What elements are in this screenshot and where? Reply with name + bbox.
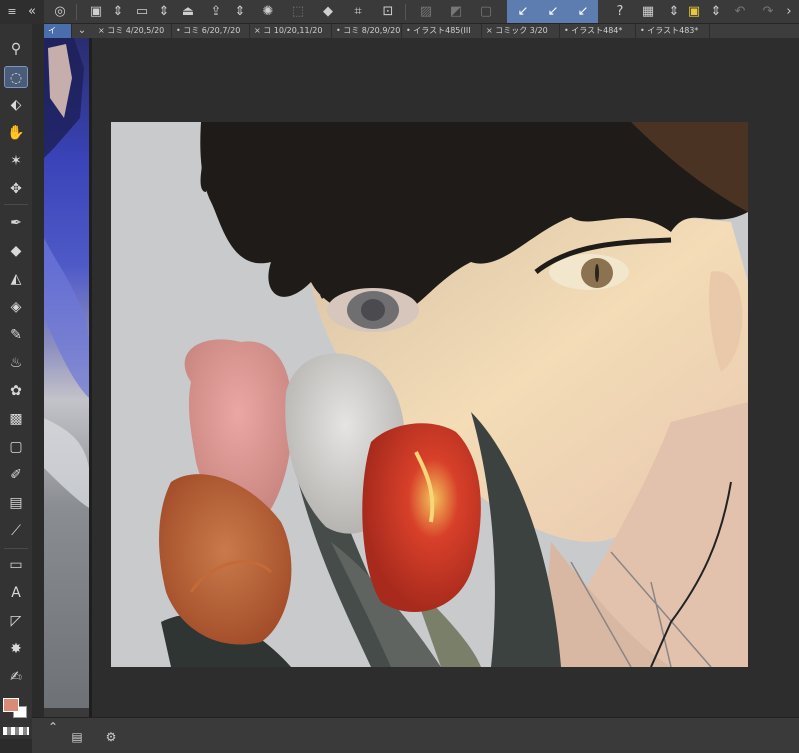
eraser-icon[interactable]: ◆ (4, 240, 28, 262)
collapse-icon[interactable]: « (22, 2, 42, 22)
tab-label: イラスト484* (571, 26, 623, 35)
main-color-swatch[interactable] (3, 698, 19, 712)
canvas-workspace[interactable] (92, 38, 799, 717)
save-icon[interactable]: ⏏ (178, 2, 198, 22)
bottom-bar: ⌃ ▤ ⚙ (32, 717, 799, 753)
select-object-icon[interactable]: ⬖ (4, 94, 28, 116)
open-file-icon[interactable]: ▭ (132, 2, 152, 22)
secondary-canvas-footer (44, 708, 89, 717)
tab-document[interactable]: イ (44, 24, 72, 38)
eyedropper-icon[interactable]: ⟋ (4, 520, 28, 542)
stroke-correction-2-icon[interactable]: ↙ (543, 2, 563, 22)
loading-icon[interactable]: ✺ (258, 2, 278, 22)
document-tabs: イ ⌄ × コミ 4/20,5/20 • コミ 6/20,7/20 × コ 10… (44, 24, 799, 38)
stroke-correction-1-icon[interactable]: ↙ (513, 2, 533, 22)
transparent-color-swatch[interactable] (3, 727, 29, 735)
image-options-icon[interactable]: ⇕ (664, 2, 684, 22)
export-icon[interactable]: ⇪ (206, 2, 226, 22)
app-logo-icon[interactable]: ◎ (50, 2, 70, 22)
correction-brush-icon[interactable]: ✍ (4, 666, 28, 688)
export-options-icon[interactable]: ⇕ (230, 2, 250, 22)
image-icon[interactable]: ▦ (638, 2, 658, 22)
zoom-icon[interactable]: ⚲ (4, 38, 28, 60)
tab-document[interactable]: • イラスト485(III (402, 24, 482, 38)
clear-selection-icon[interactable]: ▨ (416, 2, 436, 22)
stabilizer-group: ↙ ↙ ↙ (507, 0, 598, 23)
gradient-icon[interactable]: ▤ (4, 492, 28, 514)
open-options-icon[interactable]: ⇕ (154, 2, 174, 22)
toolbar-divider (76, 4, 77, 20)
tab-label: イラスト483* (647, 26, 699, 35)
command-bar: ≡ « ◎ ▣ ⇕ ▭ ⇕ ⏏ ⇪ ⇕ ✺ ⬚ ◆ ⌗ ⊡ ▨ ◩ ▢ ↙ ↙ … (0, 0, 799, 24)
selection-border-icon[interactable]: ▢ (476, 2, 496, 22)
redo-icon[interactable]: ↷ (758, 2, 778, 22)
tool-palette: ⚲ ◌ ⬖ ✋ ✶ ✥ ✒ ◆ ◭ ◈ ✎ ♨ ✿ ▩ ▢ ✐ ▤ ⟋ ▭ A … (0, 24, 32, 739)
frame-icon[interactable]: ◸ (4, 610, 28, 632)
spray-icon[interactable]: ✸ (4, 638, 28, 660)
new-options-icon[interactable]: ⇕ (108, 2, 128, 22)
vector-pen-icon[interactable]: ✐ (4, 464, 28, 486)
secondary-artwork (44, 38, 89, 508)
stroke-correction-3-icon[interactable]: ↙ (573, 2, 593, 22)
decoration-icon[interactable]: ✿ (4, 380, 28, 402)
crop-icon[interactable]: ⌗ (348, 2, 368, 22)
blend-icon[interactable]: ◈ (4, 296, 28, 318)
move-icon[interactable]: ✥ (4, 178, 28, 200)
menu-icon[interactable]: ≡ (2, 2, 22, 22)
tab-document[interactable]: • イラスト483* (636, 24, 710, 38)
layer-color-options-icon[interactable]: ⇕ (706, 2, 726, 22)
pen-icon[interactable]: ✒ (4, 212, 28, 234)
pattern-icon[interactable]: ▩ (4, 408, 28, 430)
magic-wand-icon[interactable]: ✶ (4, 150, 28, 172)
invert-selection-icon[interactable]: ◩ (446, 2, 466, 22)
artwork-canvas[interactable] (111, 122, 748, 667)
tab-label: コミ 4/20,5/20 (107, 26, 165, 35)
fill-icon[interactable]: ◆ (318, 2, 338, 22)
tab-document[interactable]: • コミ 6/20,7/20 (172, 24, 250, 38)
artwork-painting (159, 122, 748, 667)
layer-color-icon[interactable]: ▣ (684, 2, 704, 22)
canvas-settings-icon[interactable]: ⚙ (102, 728, 120, 746)
palette-divider (4, 204, 28, 205)
secondary-canvas[interactable] (44, 38, 89, 708)
expand-up-icon[interactable]: ⌃ (44, 718, 62, 736)
tab-label: コミック 3/20 (495, 26, 548, 35)
lasso-icon[interactable]: ◌ (4, 66, 28, 88)
hand-icon[interactable]: ✋ (4, 122, 28, 144)
tab-label: コミ 6/20,7/20 (183, 26, 241, 35)
tab-document[interactable]: × コ 10/20,11/20 (250, 24, 332, 38)
tab-document[interactable]: × コミ 4/20,5/20 (94, 24, 172, 38)
panel-toggle-icon[interactable]: ▤ (68, 728, 86, 746)
undo-icon[interactable]: ↶ (730, 2, 750, 22)
crop-canvas-icon[interactable]: ⊡ (378, 2, 398, 22)
help-icon[interactable]: ? (610, 2, 630, 22)
tab-label: イ (48, 26, 56, 35)
palette-divider (4, 548, 28, 549)
tab-document[interactable]: × コミック 3/20 (482, 24, 560, 38)
toolbar-strip: ≡ « (0, 0, 44, 24)
tab-label: コミ 8/20,9/20 (343, 26, 401, 35)
airbrush-icon[interactable]: ♨ (4, 352, 28, 374)
shape-icon[interactable]: ▢ (4, 436, 28, 458)
ruler-icon[interactable]: ▭ (4, 554, 28, 576)
transform-icon[interactable]: ⬚ (288, 2, 308, 22)
pencil-icon[interactable]: ✎ (4, 324, 28, 346)
more-icon[interactable]: › (782, 2, 796, 22)
fill-bucket-icon[interactable]: ◭ (4, 268, 28, 290)
tab-document[interactable]: • イラスト484* (560, 24, 636, 38)
text-icon[interactable]: A (4, 582, 28, 604)
tab-document[interactable]: • コミ 8/20,9/20 (332, 24, 402, 38)
app-window: ≡ « ◎ ▣ ⇕ ▭ ⇕ ⏏ ⇪ ⇕ ✺ ⬚ ◆ ⌗ ⊡ ▨ ◩ ▢ ↙ ↙ … (0, 0, 799, 753)
new-canvas-icon[interactable]: ▣ (86, 2, 106, 22)
tab-label: イラスト485(III (413, 26, 471, 35)
toolbar-divider (405, 4, 406, 20)
tab-label: コ 10/20,11/20 (263, 26, 323, 35)
